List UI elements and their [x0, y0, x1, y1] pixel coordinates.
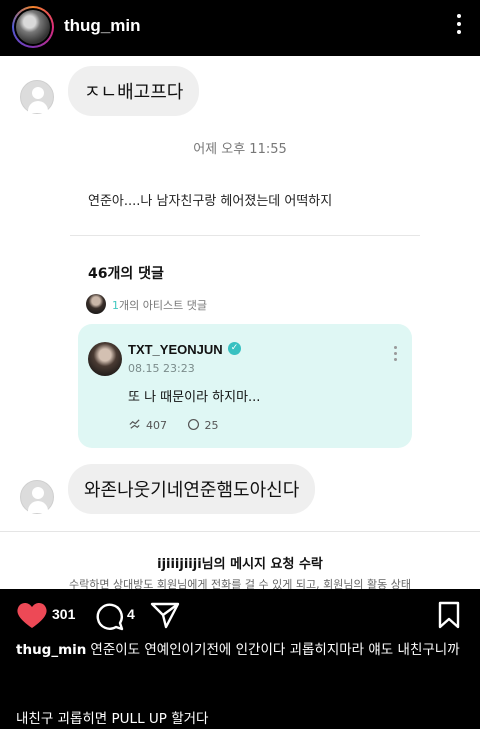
- profile-avatar[interactable]: [12, 6, 54, 48]
- reply-icon: [187, 418, 199, 431]
- card-body: 또 나 때문이라 하지마...: [128, 390, 261, 405]
- more-vert-icon[interactable]: [456, 14, 462, 38]
- divider: [0, 531, 480, 532]
- divider: [70, 235, 420, 236]
- reaction-icon: [129, 419, 140, 429]
- post-actions: 301 4: [0, 589, 480, 639]
- message-bubble: 와존나웃기네연준햄도아신다: [68, 464, 316, 514]
- like-count[interactable]: 301: [52, 606, 75, 622]
- caption-username[interactable]: thug_min: [16, 642, 86, 658]
- card-author: TXT_YEONJUN: [128, 342, 223, 357]
- share-icon[interactable]: [150, 601, 180, 629]
- request-title: ijiiijiiji님의 메시지 요청 수락: [157, 557, 323, 572]
- message-bubble: ㅈㄴ배고프다: [68, 66, 200, 116]
- post-image: ㅈㄴ배고프다 어제 오후 11:55 연준아....나 남자친구랑 헤어졌는데 …: [0, 56, 480, 589]
- card-likes: 407: [146, 419, 167, 432]
- comment-count: 46개의 댓글: [88, 266, 164, 282]
- artist-count: 1: [112, 299, 119, 312]
- heart-icon[interactable]: [16, 601, 48, 629]
- post-caption: thug_min 연준이도 연예인이기전에 인간이다 괴롭히지마라 얘도 내친구니…: [16, 641, 466, 660]
- bookmark-icon[interactable]: [438, 601, 460, 629]
- caption-line-2: 내친구 괴롭히면 PULL UP 할거다: [16, 711, 209, 727]
- sender-avatar: [20, 80, 54, 114]
- card-replies: 25: [204, 419, 219, 432]
- artist-avatar: [86, 294, 106, 314]
- card-stats: 407 25: [128, 418, 235, 432]
- post-username[interactable]: thug_min: [64, 16, 141, 36]
- comment-count-action[interactable]: 4: [127, 606, 135, 622]
- message-timestamp: 어제 오후 11:55: [193, 142, 287, 157]
- sender-avatar: [20, 480, 54, 514]
- artist-comment-card: TXT_YEONJUN ✓ 08.15 23:23 또 나 때문이라 하지마..…: [78, 324, 412, 448]
- artist-label: 개의 아티스트 댓글: [119, 299, 207, 312]
- verified-icon: ✓: [228, 342, 241, 355]
- card-date: 08.15 23:23: [128, 362, 195, 375]
- caption-text: 연준이도 연예인이기전에 인간이다 괴롭히지마라 얘도 내친구니까: [90, 642, 460, 658]
- card-more-icon: [394, 346, 398, 364]
- comment-icon[interactable]: [94, 601, 124, 631]
- shared-post-text: 연준아....나 남자친구랑 헤어졌는데 어떡하지: [88, 194, 333, 209]
- card-avatar: [88, 342, 122, 376]
- post-header: thug_min: [0, 0, 480, 56]
- request-subtitle: 수락하면 상대방도 회원님에게 전화를 걸 수 있게 되고, 회원님의 활동 상…: [68, 578, 412, 589]
